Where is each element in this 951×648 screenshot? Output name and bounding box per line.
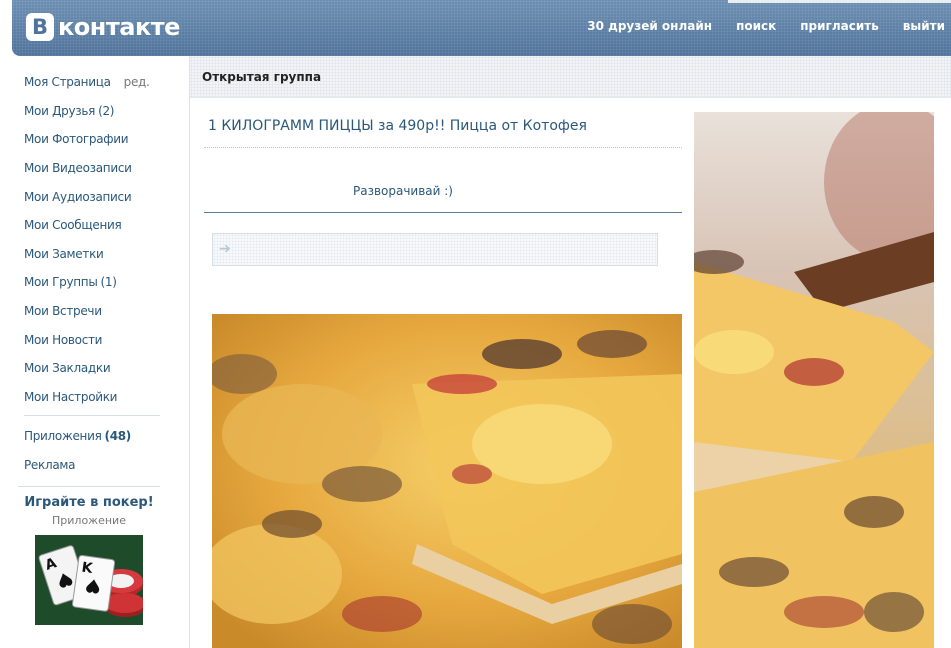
top-nav: 30 друзей онлайн поиск пригласить выйти (563, 19, 951, 33)
sidebar-item-bookmarks[interactable]: Мои Закладки (24, 354, 160, 383)
promo-divider (18, 486, 160, 487)
header-strip (728, 0, 951, 3)
sidebar-item-groups[interactable]: Мои Группы (1) (24, 268, 160, 297)
group-header-bar: Открытая группа (190, 56, 951, 98)
sidebar: Моя Страница ред. Мои Друзья (2) Мои Фот… (24, 68, 160, 479)
promo-block: Играйте в покер! Приложение A K (18, 486, 160, 625)
sidebar-item-label[interactable]: Мои Закладки (24, 361, 111, 375)
sidebar-item-label[interactable]: Мои Новости (24, 333, 102, 347)
sidebar-item-label[interactable]: Приложения (24, 429, 102, 443)
sidebar-item-settings[interactable]: Мои Настройки (24, 383, 160, 412)
sidebar-item-label[interactable]: Мои Заметки (24, 247, 104, 261)
sidebar-item-friends[interactable]: Мои Друзья (2) (24, 97, 160, 126)
poker-cards-icon: A K (35, 535, 143, 625)
comment-input[interactable]: ➔ (212, 233, 658, 266)
logo[interactable]: В контакте (26, 12, 180, 42)
sidebar-item-photos[interactable]: Мои Фотографии (24, 125, 160, 154)
pizza-image (212, 314, 682, 648)
sidebar-item-news[interactable]: Мои Новости (24, 325, 160, 354)
sidebar-item-label[interactable]: Мои Настройки (24, 390, 117, 404)
sidebar-item-label[interactable]: Мои Группы (24, 275, 98, 289)
nav-friends-online[interactable]: 30 друзей онлайн (587, 19, 712, 33)
menu-divider (24, 415, 160, 417)
sidebar-item-count: (1) (100, 275, 117, 290)
nav-search[interactable]: поиск (736, 19, 776, 33)
sidebar-item-ads[interactable]: Реклама (24, 451, 160, 480)
nav-logout[interactable]: выйти (903, 19, 945, 33)
sidebar-item-apps[interactable]: Приложения (48) (24, 422, 160, 451)
sidebar-item-messages[interactable]: Мои Сообщения (24, 211, 160, 240)
column-divider (189, 56, 190, 648)
sidebar-item-label[interactable]: Мои Фотографии (24, 132, 129, 146)
arrow-right-icon: ➔ (219, 241, 231, 257)
logo-icon: В (26, 13, 54, 41)
sidebar-item-label[interactable]: Мои Сообщения (24, 218, 122, 232)
sidebar-item-label[interactable]: Мои Друзья (24, 104, 95, 118)
sidebar-item-notes[interactable]: Мои Заметки (24, 240, 160, 269)
title-divider (204, 147, 682, 148)
pizza-photo-side[interactable] (694, 112, 934, 648)
edit-link[interactable]: ред. (124, 75, 150, 89)
promo-title[interactable]: Играйте в покер! (18, 495, 160, 510)
promo-subtitle: Приложение (52, 514, 126, 527)
sidebar-item-count: (48) (104, 429, 132, 444)
sidebar-item-count: (2) (98, 103, 115, 118)
group-type-label: Открытая группа (202, 70, 322, 84)
sidebar-item-label[interactable]: Мои Аудиозаписи (24, 190, 132, 204)
sidebar-item-events[interactable]: Мои Встречи (24, 297, 160, 326)
pizza-image (694, 112, 934, 648)
pizza-photo-main[interactable] (212, 314, 682, 648)
expand-text: Разворачивай :) (352, 184, 453, 198)
nav-invite[interactable]: пригласить (800, 19, 879, 33)
content-divider (204, 212, 682, 213)
logo-text: контакте (58, 13, 180, 41)
sidebar-item-audio[interactable]: Мои Аудиозаписи (24, 182, 160, 211)
sidebar-item-videos[interactable]: Мои Видеозаписи (24, 154, 160, 183)
sidebar-item-label[interactable]: Мои Видеозаписи (24, 161, 132, 175)
sidebar-item-label[interactable]: Мои Встречи (24, 304, 102, 318)
header: В контакте 30 друзей онлайн поиск пригла… (12, 0, 951, 56)
sidebar-item-label[interactable]: Моя Страница (24, 75, 111, 89)
poker-app-image[interactable]: A K (35, 535, 143, 625)
post-title[interactable]: 1 КИЛОГРАММ ПИЦЦЫ за 490р!! Пицца от Кот… (208, 118, 587, 134)
sidebar-item-label[interactable]: Реклама (24, 458, 76, 472)
sidebar-item-my-page[interactable]: Моя Страница ред. (24, 68, 160, 97)
